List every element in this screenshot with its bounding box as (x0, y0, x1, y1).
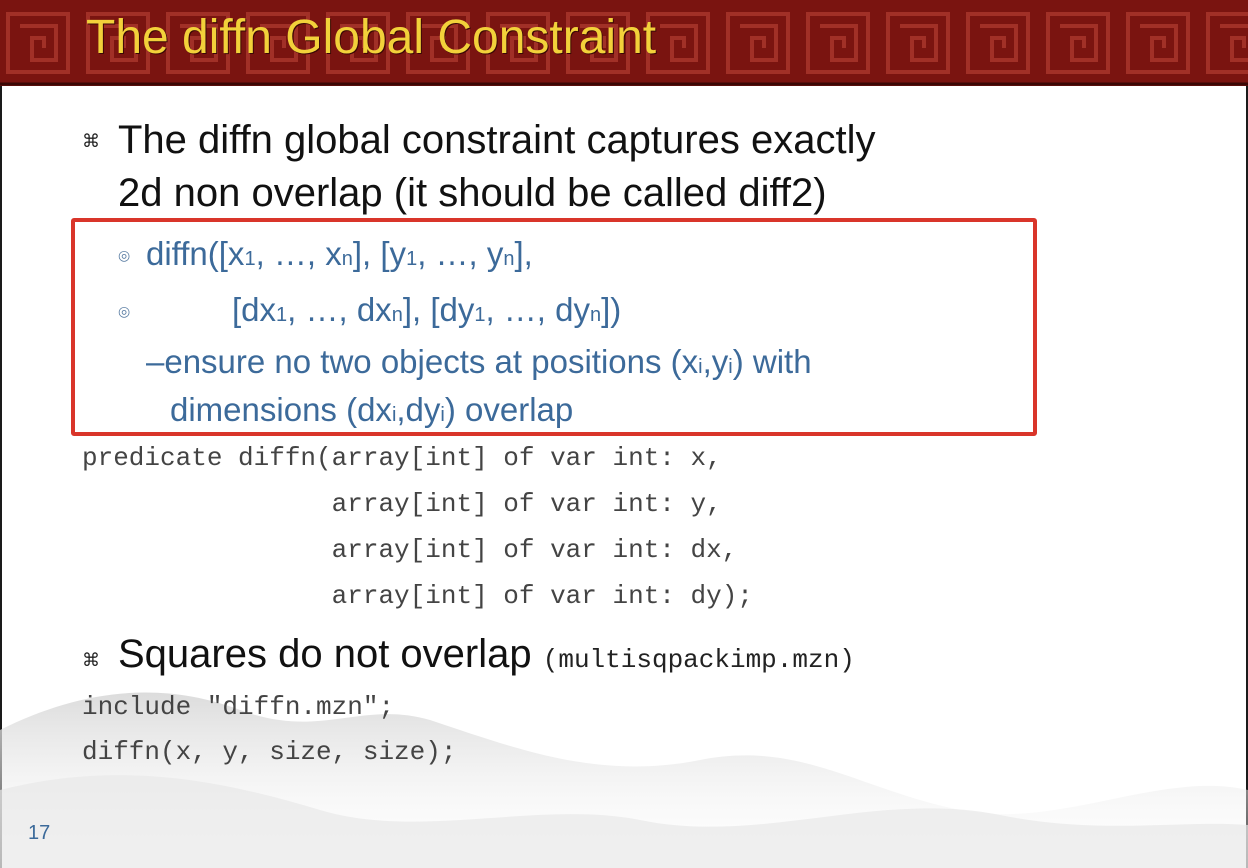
predicate-code-line-2: array[int] of var int: y, (82, 489, 722, 519)
predicate-code-line-4: array[int] of var int: dy); (82, 581, 753, 611)
predicate-code-line-3: array[int] of var int: dx, (82, 535, 738, 565)
diffn-description-line-2: dimensions (dxi,dyi) overlap (170, 391, 574, 428)
title-banner: The diffn Global Constraint (0, 0, 1248, 86)
bullet-main-1-line-1: The diffn global constraint captures exa… (118, 118, 876, 162)
usage-code-line-1: include "diffn.mzn"; (82, 692, 395, 722)
sub-bullet-icon: ◎ (118, 248, 131, 264)
slide-title: The diffn Global Constraint (86, 11, 657, 64)
predicate-code-line-1: predicate diffn(array[int] of var int: x… (82, 443, 722, 473)
bullet-icon: ⌘ (82, 650, 100, 671)
bullet-main-2-text: Squares do not overlap (118, 632, 532, 676)
diffn-description-line-1: –ensure no two objects at positions (xi,… (146, 343, 812, 380)
bullet-main-2-filename: (multisqpackimp.mzn) (542, 645, 855, 675)
bullet-icon: ⌘ (82, 131, 100, 152)
sub-bullet-icon: ◎ (118, 304, 131, 320)
bullet-main-1: The diffn global constraint captures exa… (118, 114, 1118, 220)
usage-code-line-2: diffn(x, y, size, size); (82, 737, 457, 767)
slide-number: 17 (28, 822, 51, 844)
bullet-main-2: Squares do not overlap (multisqpackimp.m… (118, 632, 855, 677)
diffn-signature-line-1: diffn([x1, …, xn], [y1, …, yn], (146, 235, 533, 272)
bullet-main-1-line-2: 2d non overlap (it should be called diff… (118, 171, 827, 215)
diffn-signature-line-2: [dx1, …, dxn], [dy1, …, dyn]) (232, 291, 622, 328)
